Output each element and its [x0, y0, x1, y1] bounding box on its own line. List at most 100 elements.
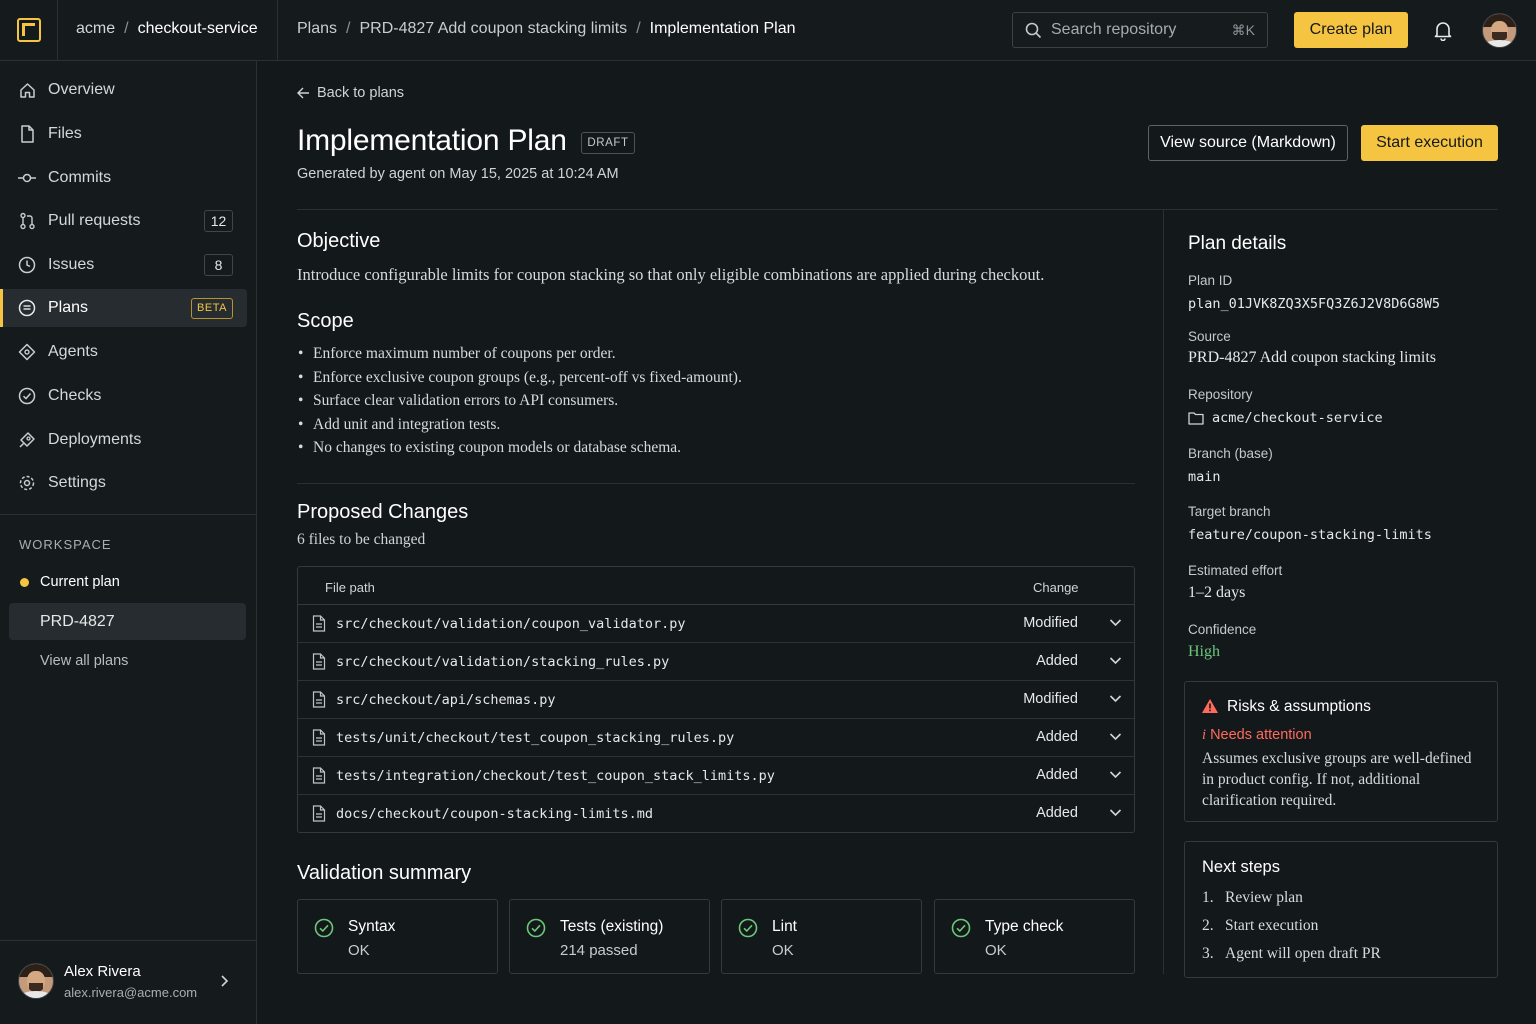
change-type: Added	[1036, 805, 1078, 821]
sidebar-item-overview[interactable]: Overview	[0, 71, 247, 109]
chevron-down-icon[interactable]	[1109, 694, 1122, 703]
step-text: Agent will open draft PR	[1225, 945, 1381, 962]
generated-info: Generated by agent on May 15, 2025 at 10…	[297, 166, 619, 182]
validation-card-tests: Tests (existing) 214 passed	[509, 899, 710, 974]
sidebar-item-label: Issues	[48, 256, 95, 273]
plan-id-label: Plan ID	[1188, 273, 1233, 288]
divider	[1163, 210, 1164, 974]
divider	[297, 209, 1498, 210]
chevron-down-icon[interactable]	[1109, 808, 1122, 817]
risks-body: Assumes exclusive groups are well-define…	[1202, 750, 1472, 809]
change-type: Modified	[1023, 691, 1078, 707]
estimated-effort-label: Estimated effort	[1188, 563, 1283, 578]
back-label: Back to plans	[317, 85, 405, 101]
confidence-value: High	[1188, 643, 1220, 660]
table-row[interactable]: src/checkout/validation/stacking_rules.p…	[298, 643, 1134, 681]
workspace-heading: WORKSPACE	[19, 537, 112, 552]
table-row[interactable]: tests/integration/checkout/test_coupon_s…	[298, 757, 1134, 795]
repo-breadcrumb: acme / checkout-service	[76, 20, 258, 38]
chevron-right-icon[interactable]	[218, 974, 230, 988]
status-dot-icon	[20, 577, 29, 587]
notifications-bell-icon[interactable]	[1433, 20, 1453, 41]
view-source-button[interactable]: View source (Markdown)	[1148, 125, 1348, 161]
branch-value: main	[1188, 469, 1221, 485]
repo-link[interactable]: checkout-service	[138, 20, 258, 38]
chevron-down-icon[interactable]	[1109, 770, 1122, 779]
sidebar-item-checks[interactable]: Checks	[0, 377, 247, 415]
file-icon	[312, 615, 326, 632]
search-input[interactable]: Search repository ⌘K	[1012, 12, 1268, 48]
table-row[interactable]: docs/checkout/coupon-stacking-limits.md …	[298, 795, 1134, 833]
objective-heading: Objective	[297, 230, 381, 252]
list-item: Enforce maximum number of coupons per or…	[297, 345, 742, 369]
file-path: src/checkout/validation/coupon_validator…	[336, 616, 686, 632]
current-plan-text: Current plan	[40, 574, 120, 590]
change-type: Added	[1036, 729, 1078, 745]
repository-value[interactable]: acme/checkout-service	[1188, 410, 1383, 426]
search-shortcut: ⌘K	[1231, 21, 1255, 38]
sidebar-item-agents[interactable]: Agents	[0, 333, 247, 371]
current-plan-label: Current plan	[20, 574, 120, 590]
beta-badge: BETA	[191, 298, 233, 319]
file-path: docs/checkout/coupon-stacking-limits.md	[336, 806, 653, 822]
sidebar-item-files[interactable]: Files	[0, 115, 247, 153]
breadcrumb-separator: /	[124, 20, 129, 37]
chevron-down-icon[interactable]	[1109, 732, 1122, 741]
step-text: Start execution	[1225, 917, 1319, 934]
sidebar-item-pull-requests[interactable]: Pull requests 12	[0, 202, 247, 240]
create-plan-button[interactable]: Create plan	[1294, 12, 1408, 48]
table-row[interactable]: src/checkout/validation/coupon_validator…	[298, 605, 1134, 643]
breadcrumb-separator: /	[636, 20, 641, 37]
sidebar-item-commits[interactable]: Commits	[0, 159, 247, 197]
attention-status: i Needs attention	[1202, 727, 1312, 744]
start-execution-button[interactable]: Start execution	[1361, 125, 1498, 161]
info-icon: i	[1202, 727, 1207, 743]
breadcrumb-prd[interactable]: PRD-4827 Add coupon stacking limits	[359, 20, 627, 38]
issues-count-badge: 8	[204, 254, 233, 276]
avatar	[18, 963, 54, 999]
warning-icon	[1201, 698, 1219, 714]
back-to-plans-link[interactable]: Back to plans	[297, 85, 404, 101]
view-all-plans-link[interactable]: View all plans	[40, 653, 128, 669]
user-name[interactable]: Alex Rivera	[64, 963, 141, 980]
validation-heading: Validation summary	[297, 862, 472, 884]
gear-icon	[18, 474, 36, 492]
current-plan-item[interactable]: PRD-4827	[9, 603, 246, 640]
validation-card-type-check: Type check OK	[934, 899, 1135, 974]
target-branch-value: feature/coupon-stacking-limits	[1188, 527, 1432, 543]
top-bar: acme / checkout-service Plans / PRD-4827…	[0, 0, 1536, 61]
change-type: Modified	[1023, 615, 1078, 631]
sidebar-item-plans[interactable]: Plans BETA	[0, 289, 247, 327]
changes-table: File path Change src/checkout/validation…	[297, 566, 1135, 833]
validation-label: Lint	[772, 918, 797, 935]
file-path: tests/integration/checkout/test_coupon_s…	[336, 768, 775, 784]
table-row[interactable]: tests/unit/checkout/test_coupon_stacking…	[298, 719, 1134, 757]
check-circle-icon	[18, 387, 36, 405]
confidence-label: Confidence	[1188, 622, 1257, 637]
file-icon	[18, 125, 36, 143]
home-icon	[18, 81, 36, 99]
changes-subtitle: 6 files to be changed	[297, 531, 426, 548]
table-row[interactable]: src/checkout/api/schemas.py Modified	[298, 681, 1134, 719]
chevron-down-icon[interactable]	[1109, 656, 1122, 665]
app-logo[interactable]	[0, 0, 58, 60]
sidebar: Overview Files Commits Pull requests 12 …	[0, 61, 257, 1024]
file-path: tests/unit/checkout/test_coupon_stacking…	[336, 730, 735, 746]
repository-text: acme/checkout-service	[1212, 410, 1383, 426]
validation-card-syntax: Syntax OK	[297, 899, 498, 974]
check-circle-icon	[526, 918, 546, 938]
list-item: No changes to existing coupon models or …	[297, 439, 742, 463]
source-value[interactable]: PRD-4827 Add coupon stacking limits	[1188, 349, 1436, 367]
sidebar-item-deployments[interactable]: Deployments	[0, 421, 247, 459]
chevron-down-icon[interactable]	[1109, 618, 1122, 627]
logo-icon	[16, 18, 41, 42]
breadcrumb: Plans / PRD-4827 Add coupon stacking lim…	[297, 20, 796, 38]
change-type: Added	[1036, 653, 1078, 669]
breadcrumb-plans[interactable]: Plans	[297, 20, 337, 38]
sidebar-item-settings[interactable]: Settings	[0, 464, 247, 502]
org-link[interactable]: acme	[76, 20, 115, 38]
plans-icon	[18, 299, 36, 317]
next-steps-title: Next steps	[1202, 858, 1280, 876]
user-avatar[interactable]	[1482, 13, 1517, 48]
sidebar-item-issues[interactable]: Issues 8	[0, 246, 247, 284]
